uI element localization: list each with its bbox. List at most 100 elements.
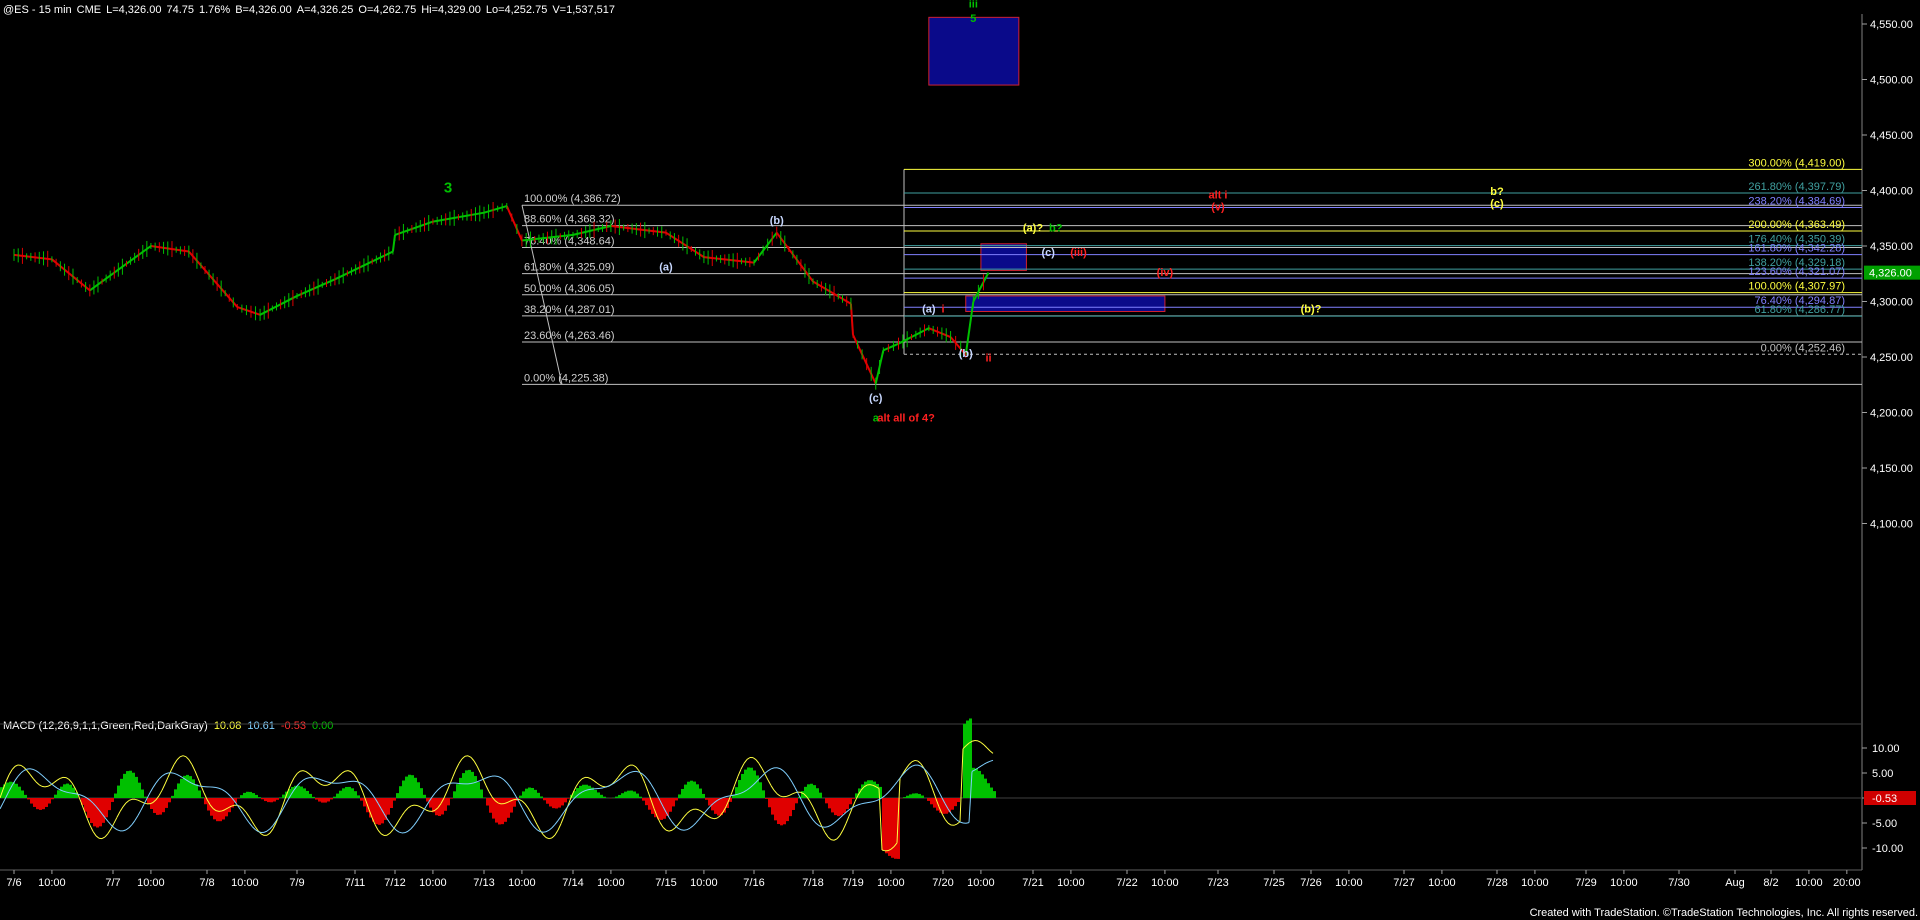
macd-signal-line: [686, 827, 691, 831]
macd-line: [929, 781, 934, 791]
macd-line: [953, 823, 958, 826]
price-chart[interactable]: 100.00% (4,386.72) 88.60% (4,368.32) 76.40…: [0, 0, 1920, 920]
macd-line: [161, 783, 166, 791]
macd-signal-line: [362, 783, 367, 788]
macd-signal-line: [476, 780, 481, 783]
macd-histogram-bar: [927, 798, 930, 801]
macd-histogram-bar: [21, 790, 24, 798]
macd-signal-line: [953, 816, 958, 821]
macd-histogram-bar: [543, 798, 546, 801]
target-box-low: [965, 295, 1166, 312]
macd-signal-line: [650, 783, 655, 790]
macd-line: [260, 833, 265, 836]
macd-signal-line: [80, 794, 85, 797]
macd-histogram-bar: [792, 798, 795, 810]
macd-histogram-bar: [342, 788, 345, 798]
macd-signal-line: [440, 784, 445, 788]
macd-histogram-bar: [309, 793, 312, 798]
time-tick-label: 7/20: [932, 877, 953, 889]
macd-signal-line: [500, 777, 505, 781]
macd-histogram-bar: [564, 798, 567, 803]
macd-histogram-bar: [840, 798, 843, 816]
macd-line: [617, 773, 622, 778]
macd-histogram-bar: [312, 796, 315, 798]
macd-signal-line: [170, 772, 175, 774]
macd-signal-line: [533, 826, 538, 831]
macd-line: [815, 813, 820, 821]
macd-signal-line: [599, 787, 604, 789]
macd-histogram-bar: [531, 787, 534, 798]
macd-signal-line: [806, 810, 811, 816]
wave-label: (c): [1041, 247, 1055, 259]
macd-histogram-bar: [906, 795, 909, 798]
macd-histogram-bar: [870, 780, 873, 798]
macd-line: [314, 779, 319, 783]
macd-line: [788, 793, 793, 796]
price-segment: [296, 278, 336, 297]
time-tick-label: 7/14: [562, 877, 583, 889]
macd-line: [377, 829, 382, 835]
macd-line: [770, 785, 775, 791]
macd-histogram-bar: [519, 795, 522, 798]
wave-label: alt i: [1209, 189, 1228, 201]
macd-histogram-bar: [549, 798, 552, 807]
macd-line: [977, 740, 982, 743]
macd-line: [677, 820, 682, 825]
macd-line: [53, 779, 58, 783]
macd-line: [662, 826, 667, 831]
macd-line: [251, 821, 256, 827]
macd-line: [59, 776, 64, 779]
macd-signal-line: [404, 830, 409, 834]
macd-line: [785, 795, 790, 798]
macd-histogram-bar: [909, 794, 912, 798]
macd-line: [671, 827, 676, 831]
macd-histogram-bar: [672, 798, 675, 807]
macd-histogram-bar: [48, 798, 51, 804]
macd-line: [590, 778, 595, 782]
macd-signal-line: [434, 789, 439, 794]
macd-signal-line: [668, 817, 673, 823]
macd-line: [344, 770, 349, 772]
macd-tick-label: 10.00: [1872, 743, 1900, 755]
macd-histogram-bar: [42, 798, 45, 810]
macd-signal-line: [305, 777, 310, 780]
time-tick-label: 7/25: [1263, 877, 1284, 889]
macd-histogram-bar: [102, 798, 105, 823]
wave-label: 5: [970, 13, 976, 25]
wave-label: alt all of 4?: [877, 412, 935, 424]
macd-histogram-bar: [84, 798, 87, 812]
price-tick-label: 4,500.00: [1870, 75, 1913, 87]
macd-histogram-bar: [447, 798, 450, 806]
macd-signal-line: [410, 825, 415, 830]
macd-histogram-bar: [336, 793, 339, 798]
macd-histogram-bar: [198, 790, 201, 798]
macd-signal-line: [959, 821, 964, 824]
macd-signal-line: [479, 778, 484, 782]
time-tick-label: 10:00: [967, 877, 995, 889]
macd-line: [737, 768, 742, 777]
macd-signal-line: [395, 829, 400, 833]
macd-line: [242, 808, 247, 813]
macd-signal-line: [644, 775, 649, 781]
macd-histogram-bar: [603, 796, 606, 798]
macd-signal-line: [731, 794, 736, 796]
price-segment: [150, 245, 189, 253]
macd-signal-line: [407, 828, 412, 832]
macd-line: [464, 755, 469, 757]
macd-histogram-bar: [135, 776, 138, 798]
macd-line: [644, 783, 649, 792]
macd-line: [641, 776, 646, 784]
macd-line: [680, 816, 685, 822]
macd-line: [374, 824, 379, 831]
macd-line: [92, 831, 97, 837]
macd-signal-line: [416, 816, 421, 822]
macd-signal-line: [824, 826, 829, 828]
macd-line: [125, 800, 130, 804]
macd-line: [635, 766, 640, 772]
macd-histogram-bar: [237, 798, 240, 799]
macd-line: [824, 832, 829, 838]
macd-line: [248, 816, 253, 822]
macd-line: [809, 801, 814, 808]
macd-histogram-bar: [873, 781, 876, 798]
macd-histogram-bar: [132, 772, 135, 798]
